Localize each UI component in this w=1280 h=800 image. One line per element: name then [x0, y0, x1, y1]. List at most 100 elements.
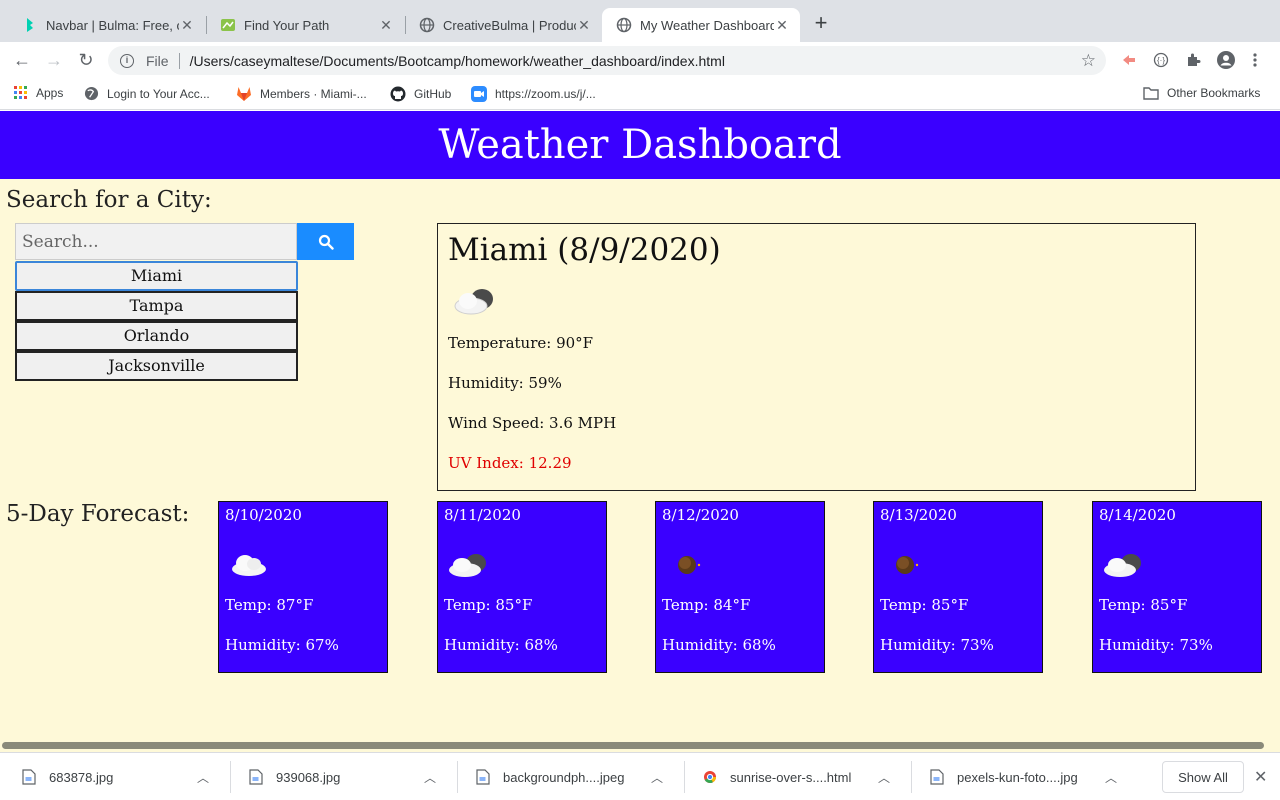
moon-icon	[678, 556, 701, 574]
close-icon[interactable]: ✕	[1254, 767, 1267, 787]
download-item[interactable]: sunrise-over-s....html ︿	[681, 753, 908, 800]
forecast-date: 8/10/2020	[225, 506, 302, 524]
close-icon[interactable]: ✕	[378, 17, 394, 34]
download-filename: sunrise-over-s....html	[730, 769, 852, 785]
forecast-temp: Temp: 84°F	[662, 596, 751, 614]
forward-arrow-icon[interactable]: →	[44, 50, 64, 70]
new-tab-button[interactable]: +	[810, 12, 832, 34]
city-history-button[interactable]: Tampa	[15, 291, 298, 321]
forecast-humidity: Humidity: 73%	[880, 636, 994, 654]
current-weather-card: Miami (8/9/2020) Temperature: 90°F Humid…	[437, 223, 1196, 491]
download-item[interactable]: 939068.jpg ︿	[227, 753, 454, 800]
globe-icon	[84, 86, 99, 101]
file-icon	[249, 769, 263, 785]
file-icon	[22, 769, 36, 785]
current-humidity: Humidity: 59%	[448, 374, 562, 392]
download-item[interactable]: backgroundph....jpeg ︿	[454, 753, 681, 800]
forecast-heading: 5-Day Forecast:	[6, 501, 190, 527]
download-filename: 683878.jpg	[49, 769, 114, 785]
search-heading: Search for a City:	[6, 187, 212, 213]
forecast-date: 8/14/2020	[1099, 506, 1176, 524]
address-divider	[178, 52, 180, 69]
close-icon[interactable]: ✕	[576, 17, 592, 34]
svg-text:{·}: {·}	[1157, 56, 1165, 65]
bookmark-item[interactable]: Login to Your Acc...	[84, 86, 210, 101]
github-icon	[390, 86, 406, 102]
reload-icon[interactable]: ↻	[76, 50, 96, 70]
forecast-temp: Temp: 85°F	[444, 596, 533, 614]
folder-icon	[1143, 87, 1159, 100]
map-icon	[220, 17, 236, 33]
forecast-card: 8/14/2020 Temp: 85°F Humidity: 73%	[1092, 501, 1262, 673]
address-bar[interactable]: i File /Users/caseymaltese/Documents/Boo…	[108, 46, 1106, 75]
weather-dashboard-page: Weather Dashboard Search for a City: Mia…	[0, 111, 1280, 752]
browser-tab[interactable]: CreativeBulma | Produc ✕	[405, 8, 602, 42]
search-input[interactable]	[15, 223, 297, 260]
puzzle-icon[interactable]	[1185, 52, 1201, 68]
other-bookmarks[interactable]: Other Bookmarks	[1143, 86, 1260, 100]
chevron-up-icon[interactable]: ︿	[878, 769, 890, 786]
moon-icon	[896, 556, 919, 574]
forecast-card: 8/12/2020 Temp: 84°F Humidity: 68%	[655, 501, 825, 673]
forecast-date: 8/11/2020	[444, 506, 521, 524]
profile-avatar-icon[interactable]	[1217, 51, 1235, 69]
close-icon[interactable]: ✕	[774, 17, 790, 34]
forecast-temp: Temp: 85°F	[1099, 596, 1188, 614]
forecast-humidity: Humidity: 67%	[225, 636, 339, 654]
show-all-downloads-button[interactable]: Show All	[1162, 761, 1244, 793]
current-city-title: Miami (8/9/2020)	[448, 232, 721, 268]
extension-icon[interactable]	[1121, 52, 1137, 68]
extension-icon[interactable]: {·}	[1153, 52, 1169, 68]
download-item[interactable]: 683878.jpg ︿	[0, 753, 227, 800]
horizontal-scrollbar[interactable]	[2, 742, 1264, 749]
bookmark-item[interactable]: https://zoom.us/j/...	[471, 86, 596, 102]
chevron-up-icon[interactable]: ︿	[197, 769, 209, 786]
search-button[interactable]	[297, 223, 354, 260]
city-history-button[interactable]: Orlando	[15, 321, 298, 351]
current-uv-index: UV Index: 12.29	[448, 454, 572, 472]
file-icon	[930, 769, 944, 785]
bookmark-label: GitHub	[414, 87, 452, 101]
forecast-card: 8/11/2020 Temp: 85°F Humidity: 68%	[437, 501, 607, 673]
browser-tab[interactable]: Navbar | Bulma: Free, o ✕	[8, 8, 205, 42]
page-title: Weather Dashboard	[0, 111, 1280, 179]
globe-icon	[419, 17, 435, 33]
zoom-icon	[471, 86, 487, 102]
current-temperature: Temperature: 90°F	[448, 334, 594, 352]
tab-title: Navbar | Bulma: Free, o	[46, 17, 179, 33]
bookmark-item[interactable]: GitHub	[390, 86, 451, 102]
browser-tab[interactable]: Find Your Path ✕	[206, 8, 404, 42]
cloud-icon	[232, 555, 266, 576]
chevron-up-icon[interactable]: ︿	[651, 769, 663, 786]
forecast-date: 8/12/2020	[662, 506, 739, 524]
back-arrow-icon[interactable]: ←	[12, 50, 32, 70]
close-icon[interactable]: ✕	[179, 17, 195, 34]
partly-cloudy-icon	[454, 289, 493, 315]
city-history-button[interactable]: Miami	[15, 261, 298, 291]
bookmark-star-icon[interactable]: ☆	[1081, 51, 1096, 71]
city-history-button[interactable]: Jacksonville	[15, 351, 298, 381]
menu-kebab-icon[interactable]	[1252, 52, 1258, 68]
download-item[interactable]: pexels-kun-foto....jpg ︿	[908, 753, 1135, 800]
bookmark-apps[interactable]: Apps	[14, 86, 63, 100]
download-filename: pexels-kun-foto....jpg	[957, 769, 1078, 785]
search-icon	[318, 234, 334, 250]
current-wind-speed: Wind Speed: 3.6 MPH	[448, 414, 617, 432]
bookmark-label: https://zoom.us/j/...	[495, 87, 596, 101]
download-filename: 939068.jpg	[276, 769, 341, 785]
chevron-up-icon[interactable]: ︿	[1105, 769, 1117, 786]
apps-grid-icon	[14, 86, 27, 99]
bulma-icon	[22, 17, 38, 33]
gitlab-icon	[237, 87, 251, 101]
bookmark-label: Other Bookmarks	[1167, 86, 1261, 100]
download-filename: backgroundph....jpeg	[503, 769, 625, 785]
bookmark-label: Login to Your Acc...	[107, 86, 210, 101]
chevron-up-icon[interactable]: ︿	[424, 769, 436, 786]
bookmark-label: Apps	[36, 86, 64, 100]
address-url[interactable]: /Users/caseymaltese/Documents/Bootcamp/h…	[190, 53, 725, 69]
browser-tab-active[interactable]: My Weather Dashboard ✕	[602, 8, 800, 42]
chrome-icon	[704, 771, 716, 784]
info-icon[interactable]: i	[120, 53, 134, 68]
tab-title: CreativeBulma | Produc	[443, 17, 576, 33]
bookmark-item[interactable]: Members · Miami-...	[236, 86, 367, 101]
